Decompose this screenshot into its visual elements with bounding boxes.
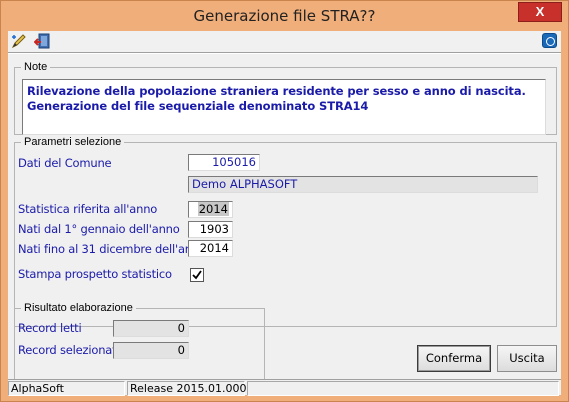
check-icon — [192, 270, 202, 280]
comune-label: Dati del Comune — [18, 156, 112, 170]
close-button[interactable]: X — [518, 2, 562, 22]
nati-dal-label: Nati dal 1° gennaio dell'anno — [18, 222, 180, 236]
status-bar: AlphaSoft Release 2015.01.000 — [8, 379, 561, 396]
client-area: Note Rilevazione della popolazione stran… — [8, 31, 561, 396]
stampa-label: Stampa prospetto statistico — [18, 267, 172, 281]
comune-code-field[interactable]: 105016 — [188, 154, 260, 171]
anno-value: 2014 — [197, 202, 229, 216]
exit-button[interactable]: Uscita — [497, 345, 557, 372]
record-selezionati-label: Record selezionati — [18, 343, 120, 357]
title-bar[interactable]: Generazione file STRA?? X — [1, 1, 568, 31]
status-app: AlphaSoft — [8, 381, 125, 396]
pencil-icon[interactable] — [10, 32, 28, 50]
params-group: Parametri selezione Dati del Comune 1050… — [14, 136, 557, 327]
stampa-checkbox[interactable] — [190, 268, 204, 282]
result-legend: Risultato elaborazione — [21, 302, 136, 314]
result-group: Risultato elaborazione Record letti 0 Re… — [14, 302, 265, 380]
note-text-box: Rilevazione della popolazione straniera … — [22, 79, 546, 135]
status-release: Release 2015.01.000 — [127, 381, 246, 396]
note-group: Note Rilevazione della popolazione stran… — [14, 61, 557, 135]
comune-name-field: Demo ALPHASOFT — [188, 176, 538, 193]
window-title: Generazione file STRA?? — [193, 7, 376, 25]
record-letti-field: 0 — [113, 320, 189, 337]
toolbar-separator — [8, 52, 561, 54]
exit-icon[interactable] — [33, 32, 52, 50]
nati-fino-field[interactable]: 2014 — [188, 240, 233, 257]
app-window: Generazione file STRA?? X Note Rilevazio… — [0, 0, 569, 402]
help-icon[interactable] — [542, 33, 557, 48]
note-legend: Note — [21, 61, 51, 73]
anno-field[interactable]: 2014 — [188, 201, 233, 218]
toolbar — [8, 31, 561, 51]
nati-dal-field[interactable]: 1903 — [188, 221, 233, 238]
params-legend: Parametri selezione — [21, 136, 125, 148]
nati-fino-label: Nati fino al 31 dicembre dell'anno — [18, 242, 206, 256]
note-text: Rilevazione della popolazione straniera … — [27, 84, 526, 113]
confirm-button[interactable]: Conferma — [417, 345, 491, 372]
record-selezionati-field: 0 — [113, 342, 189, 359]
anno-label: Statistica riferita all'anno — [18, 202, 158, 216]
record-letti-label: Record letti — [18, 321, 82, 335]
status-extra — [247, 381, 559, 396]
